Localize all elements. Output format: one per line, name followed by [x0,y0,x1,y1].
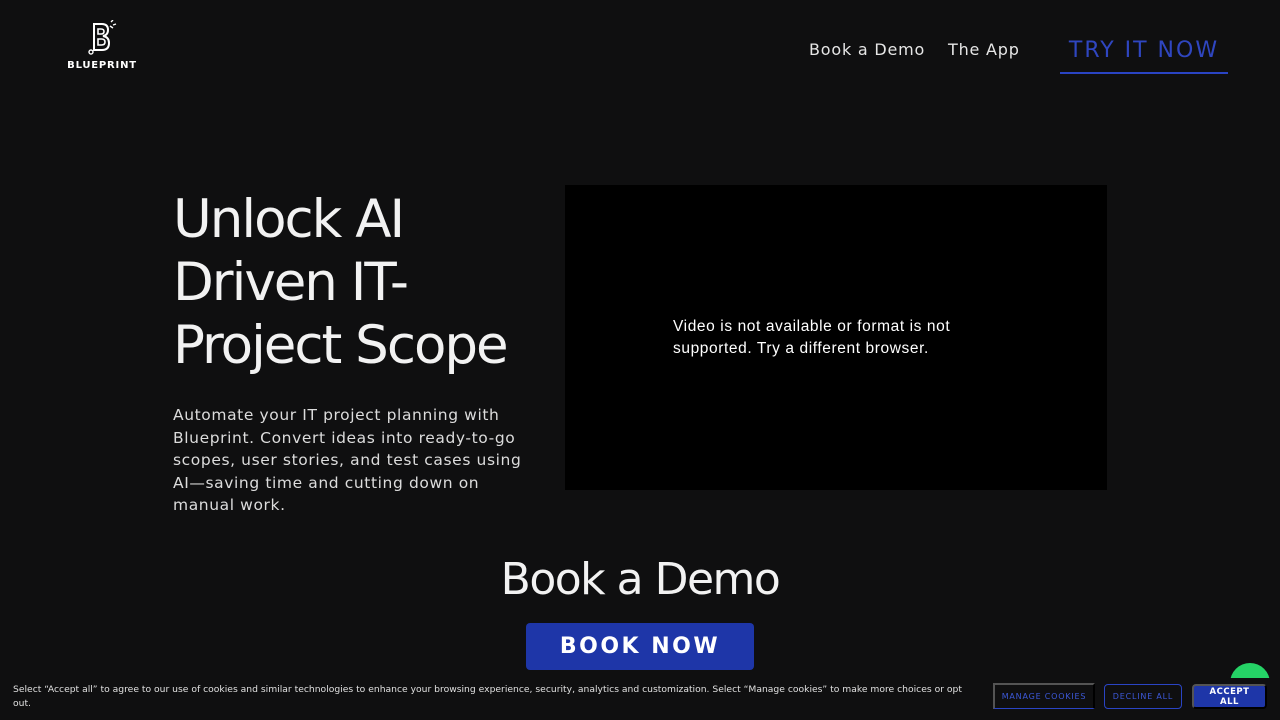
manage-cookies-button[interactable]: MANAGE COOKIES [993,683,1095,709]
hero-description: Automate your IT project planning with B… [173,406,522,515]
book-now-button[interactable]: BOOK NOW [526,623,754,670]
cookie-banner-text: Select “Accept all” to agree to our use … [13,684,962,709]
hero-title: Unlock AI Driven IT-Project Scope [173,189,509,376]
page: BLUEPRINT Book a Demo The App TRY IT NOW… [0,0,1280,720]
logo-text: BLUEPRINT [67,60,137,71]
video-player[interactable]: Video is not available or format is not … [565,185,1107,490]
cookie-banner: Select “Accept all” to agree to our use … [0,678,1280,720]
video-unavailable-message: Video is not available or format is not … [673,318,951,357]
nav-the-app[interactable]: The App [948,40,1020,59]
decline-all-button[interactable]: DECLINE ALL [1104,684,1182,709]
blueprint-logo[interactable]: BLUEPRINT [67,20,137,71]
try-it-now-button[interactable]: TRY IT NOW [1060,26,1228,74]
book-demo-heading: Book a Demo [500,554,781,605]
accept-all-button[interactable]: ACCEPT ALL [1192,684,1267,709]
nav-book-a-demo[interactable]: Book a Demo [809,40,925,59]
blueprint-b-logo-icon [87,20,117,56]
